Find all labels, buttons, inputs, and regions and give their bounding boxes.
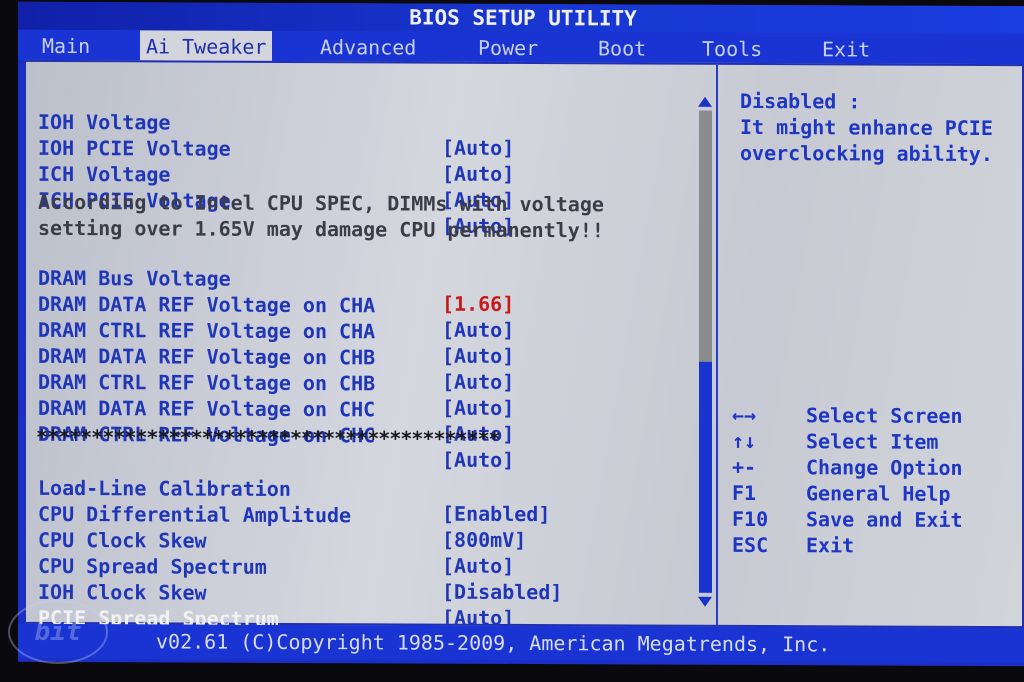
scrollbar-unfilled-region [699, 110, 712, 362]
help-text-line-1: It might enhance PCIE [740, 114, 993, 141]
dimm-warning-line-2: setting over 1.65V may damage CPU perman… [38, 215, 604, 243]
help-text-line-2: overclocking ability. [740, 140, 993, 167]
copyright-footer: v02.61 (C)Copyright 1985-2009, American … [18, 623, 1024, 663]
tab-power[interactable]: Power [472, 32, 544, 62]
key-desc-save-exit: Save and Exit [806, 507, 963, 532]
setting-ich-pcie-voltage[interactable]: ICH PCIE Voltage [Auto] [38, 164, 678, 238]
setting-ioh-voltage[interactable]: IOH Voltage [Auto] [38, 86, 678, 160]
key-desc-select-item: Select Item [806, 429, 939, 454]
tab-ai-tweaker[interactable]: Ai Tweaker [140, 30, 273, 61]
setting-cpu-spread-spectrum[interactable]: CPU Spread Spectrum [Disabled] [38, 530, 678, 604]
setting-dram-ctrl-ref-chb[interactable]: DRAM CTRL REF Voltage on CHB [Auto] [38, 346, 678, 420]
tab-main[interactable]: Main [36, 30, 96, 60]
key-desc-change-option: Change Option [806, 455, 963, 480]
tab-boot[interactable]: Boot [592, 32, 652, 62]
setting-dram-bus-voltage[interactable]: DRAM Bus Voltage [1.66] [38, 242, 678, 316]
f1-key: F1 [732, 480, 757, 506]
tab-tools[interactable]: Tools [696, 33, 768, 63]
setting-dram-data-ref-chb[interactable]: DRAM DATA REF Voltage on CHB [Auto] [38, 320, 678, 394]
tab-bar: Main Ai Tweaker Advanced Power Boot Tool… [18, 29, 1024, 65]
tab-exit[interactable]: Exit [816, 33, 876, 63]
key-desc-select-screen: Select Screen [806, 403, 963, 428]
key-desc-general-help: General Help [806, 481, 951, 506]
setting-ioh-clock-skew[interactable]: IOH Clock Skew [Auto] [38, 556, 678, 630]
setting-ioh-pcie-voltage[interactable]: IOH PCIE Voltage [Auto] [38, 112, 678, 186]
up-down-arrows-icon: ↑↓ [732, 428, 757, 454]
scroll-up-arrow-icon[interactable] [698, 96, 712, 107]
setting-dram-ctrl-ref-chc[interactable]: DRAM CTRL REF Voltage on CHC [Auto] [38, 398, 678, 472]
separator-line: ****************************************… [36, 424, 500, 451]
setting-ich-voltage[interactable]: ICH Voltage [Auto] [38, 138, 678, 212]
help-pane: Disabled : It might enhance PCIE overclo… [720, 65, 1022, 626]
scrollbar[interactable] [699, 110, 712, 593]
plus-minus-key: +- [732, 454, 757, 480]
scroll-down-arrow-icon[interactable] [698, 596, 712, 607]
dimm-warning-line-1: According to Intel CPU SPEC, DIMMs with … [38, 189, 604, 217]
window-title: BIOS SETUP UTILITY [18, 1, 1024, 35]
settings-pane: IOH Voltage [Auto] IOH PCIE Voltage [Aut… [26, 61, 718, 656]
bios-screen: BIOS SETUP UTILITY Main Ai Tweaker Advan… [18, 1, 1024, 667]
setting-dram-data-ref-chc[interactable]: DRAM DATA REF Voltage on CHC [Auto] [38, 372, 678, 446]
setting-dram-ctrl-ref-cha[interactable]: DRAM CTRL REF Voltage on CHA [Auto] [38, 294, 678, 368]
key-desc-exit: Exit [806, 533, 855, 558]
tab-advanced[interactable]: Advanced [314, 31, 422, 61]
esc-key: ESC [732, 532, 769, 558]
setting-cpu-differential-amplitude[interactable]: CPU Differential Amplitude [800mV] [38, 478, 678, 552]
setting-load-line-calibration[interactable]: Load-Line Calibration [Enabled] [38, 452, 678, 526]
main-panel: IOH Voltage [Auto] IOH PCIE Voltage [Aut… [24, 59, 1024, 656]
setting-cpu-clock-skew[interactable]: CPU Clock Skew [Auto] [38, 504, 678, 578]
watermark-logo: bit [8, 600, 108, 664]
left-right-arrows-icon: ←→ [732, 402, 757, 428]
help-title: Disabled : [740, 88, 861, 114]
setting-dram-data-ref-cha[interactable]: DRAM DATA REF Voltage on CHA [Auto] [38, 268, 678, 342]
setting-pcie-spread-spectrum[interactable]: PCIE Spread Spectrum [Disabled] [38, 582, 678, 656]
f10-key: F10 [732, 506, 769, 532]
